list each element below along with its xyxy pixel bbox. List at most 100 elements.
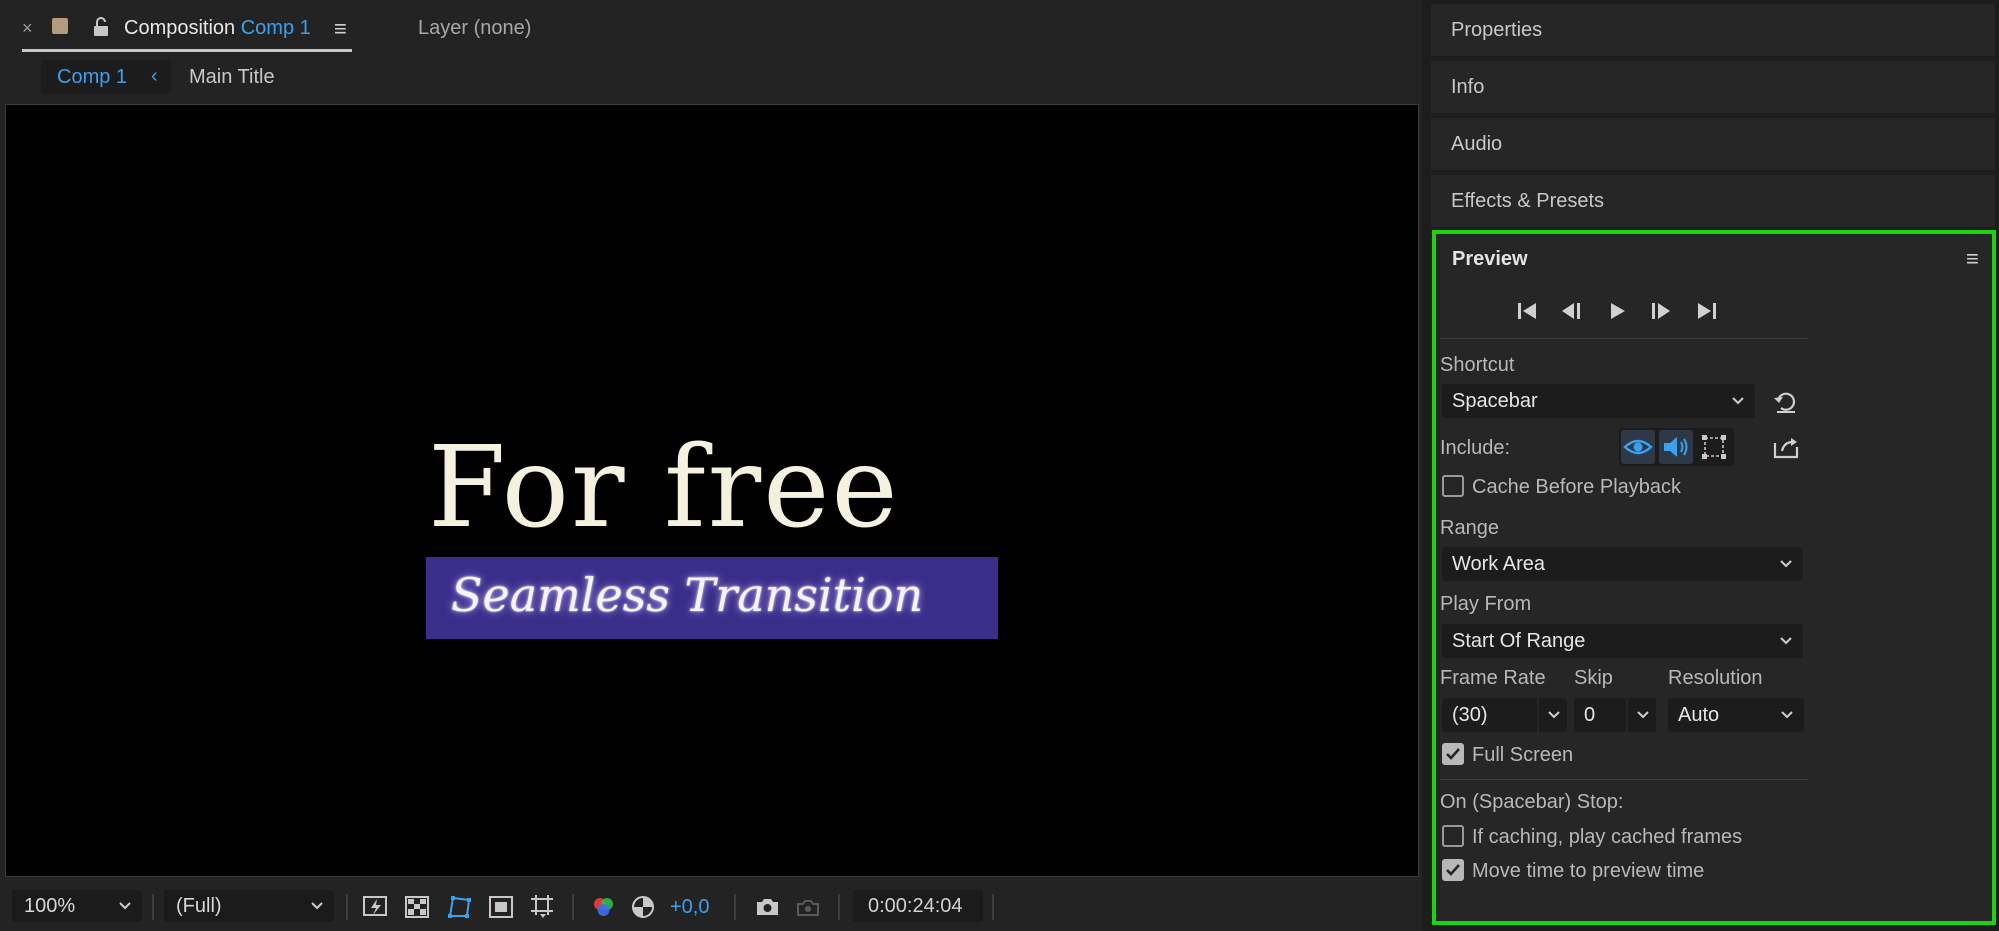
range-dropdown[interactable]: Work Area <box>1442 547 1803 581</box>
preview-title: Preview <box>1452 248 1528 270</box>
if-caching-label: If caching, play cached frames <box>1472 826 1743 848</box>
chevron-down-icon <box>1548 711 1560 719</box>
mask-path-icon[interactable] <box>446 894 474 920</box>
active-tab-indicator <box>22 49 352 52</box>
panel-properties[interactable]: Properties <box>1431 4 1995 56</box>
play-from-dropdown[interactable]: Start Of Range <box>1442 624 1803 658</box>
chevron-down-icon <box>119 902 131 910</box>
include-audio-toggle[interactable] <box>1659 430 1693 464</box>
preview-panel: Preview ≡ Shortcut Spacebar Include: Cac… <box>1432 230 1996 925</box>
skip-chevron[interactable] <box>1626 698 1656 732</box>
if-caching-checkbox[interactable] <box>1442 825 1464 847</box>
fast-preview-icon[interactable] <box>362 894 390 920</box>
tab-menu-icon[interactable]: ≡ <box>334 16 347 42</box>
lock-icon[interactable] <box>90 16 112 38</box>
next-frame-icon[interactable] <box>1648 298 1674 324</box>
toolbar-divider <box>152 894 154 920</box>
include-options <box>1619 428 1734 466</box>
channels-icon[interactable] <box>590 894 618 920</box>
full-screen-label: Full Screen <box>1472 744 1574 766</box>
toolbar-divider <box>838 894 840 920</box>
breadcrumb-comp-1[interactable]: Comp 1 ‹ <box>41 60 171 94</box>
shortcut-dropdown[interactable]: Spacebar <box>1442 384 1755 418</box>
cache-before-playback-checkbox[interactable] <box>1442 475 1464 497</box>
close-tab-icon[interactable]: × <box>22 18 33 39</box>
panel-info-label: Info <box>1451 76 1485 98</box>
checkmark-icon <box>1446 864 1460 876</box>
frame-rate-label: Frame Rate <box>1440 667 1546 689</box>
comp-color-swatch[interactable] <box>52 18 68 34</box>
panel-info[interactable]: Info <box>1431 61 1995 113</box>
previous-frame-icon[interactable] <box>1558 298 1584 324</box>
region-of-interest-icon[interactable] <box>488 894 516 920</box>
breadcrumb: Comp 1 ‹ Main Title <box>0 58 1422 100</box>
skip-dropdown[interactable]: 0 <box>1574 698 1656 732</box>
toolbar-divider <box>734 894 736 920</box>
export-icon[interactable] <box>1772 433 1800 461</box>
range-label: Range <box>1440 517 1499 539</box>
resolution-dropdown[interactable]: (Full) <box>164 890 334 922</box>
composition-viewer[interactable]: For free Seamless Transition <box>5 104 1419 877</box>
chevron-down-icon <box>1780 637 1792 645</box>
reset-icon[interactable] <box>1772 389 1800 415</box>
on-stop-label: On (Spacebar) Stop: <box>1440 791 1624 813</box>
chevron-down-icon <box>1637 711 1649 719</box>
viewer-title-text: For free <box>428 423 900 553</box>
resolution-dropdown[interactable]: Auto <box>1668 698 1804 732</box>
zoom-dropdown[interactable]: 100% <box>12 890 142 922</box>
frame-rate-chevron[interactable] <box>1537 698 1567 732</box>
shortcut-label: Shortcut <box>1440 354 1515 376</box>
skip-label: Skip <box>1574 667 1613 689</box>
resolution-value: Auto <box>1678 704 1720 726</box>
play-from-value: Start Of Range <box>1452 630 1586 652</box>
resolution-label: Resolution <box>1668 667 1763 689</box>
viewer-toolbar: 100% (Full) +0,0 0:00:24:04 <box>0 886 1422 928</box>
toolbar-divider <box>992 894 994 920</box>
toolbar-divider <box>572 894 574 920</box>
right-panel-stack: Properties Info Audio Effects & Presets … <box>1422 0 1999 931</box>
skip-value: 0 <box>1584 704 1596 726</box>
frame-rate-dropdown[interactable]: (30) <box>1442 698 1567 732</box>
last-frame-icon[interactable] <box>1694 298 1720 324</box>
zoom-value: 100% <box>24 895 76 917</box>
panel-effects-presets[interactable]: Effects & Presets <box>1431 175 1995 227</box>
range-value: Work Area <box>1452 553 1545 575</box>
exposure-value[interactable]: +0,0 <box>670 896 709 919</box>
include-label: Include: <box>1440 437 1511 459</box>
viewer-subtitle-box: Seamless Transition <box>426 557 998 639</box>
include-video-toggle[interactable] <box>1621 430 1655 464</box>
layer-tab[interactable]: Layer (none) <box>418 17 531 40</box>
chevron-down-icon <box>1781 711 1793 719</box>
composition-tab-bar: × Composition Comp 1 ≡ Layer (none) <box>0 0 1422 56</box>
composition-tab[interactable]: Composition Comp 1 <box>124 17 311 40</box>
timecode-value: 0:00:24:04 <box>868 895 963 917</box>
panel-audio[interactable]: Audio <box>1431 118 1995 170</box>
viewer-subtitle-text: Seamless Transition <box>451 568 924 622</box>
show-snapshot-icon[interactable] <box>794 894 822 920</box>
transparency-grid-icon[interactable] <box>404 894 432 920</box>
chevron-left-icon: ‹ <box>151 65 158 87</box>
guides-grid-icon[interactable] <box>528 894 556 920</box>
first-frame-icon[interactable] <box>1514 298 1540 324</box>
panel-menu-icon[interactable]: ≡ <box>1966 246 1979 272</box>
overlay-bounds-icon <box>1702 435 1726 459</box>
include-overlays-toggle[interactable] <box>1697 430 1731 464</box>
composition-tab-comp-name: Comp 1 <box>240 17 311 39</box>
play-from-label: Play From <box>1440 593 1532 615</box>
color-management-icon[interactable] <box>630 894 658 920</box>
snapshot-camera-icon[interactable] <box>754 894 782 920</box>
speaker-icon <box>1664 437 1688 457</box>
breadcrumb-main-title[interactable]: Main Title <box>189 66 275 89</box>
composition-panel: × Composition Comp 1 ≡ Layer (none) Comp… <box>0 0 1422 931</box>
play-icon[interactable] <box>1604 298 1630 324</box>
current-time-display[interactable]: 0:00:24:04 <box>853 890 983 922</box>
chevron-down-icon <box>1780 560 1792 568</box>
chevron-down-icon <box>1732 397 1744 405</box>
frame-rate-value: (30) <box>1452 704 1488 726</box>
checkmark-icon <box>1446 748 1460 760</box>
panel-properties-label: Properties <box>1451 19 1543 41</box>
cache-before-playback-label: Cache Before Playback <box>1472 476 1682 498</box>
eye-icon <box>1623 439 1653 455</box>
move-time-checkbox[interactable] <box>1442 859 1464 881</box>
full-screen-checkbox[interactable] <box>1442 743 1464 765</box>
